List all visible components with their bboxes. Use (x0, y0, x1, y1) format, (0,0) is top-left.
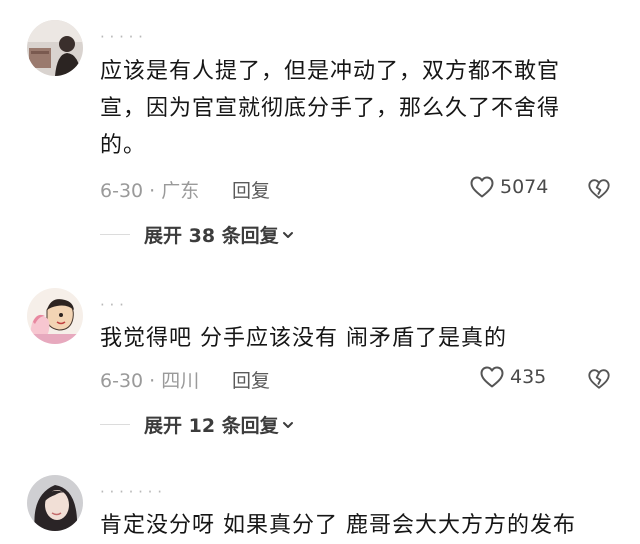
expand-replies-button[interactable]: 展开 12 条回复 (100, 411, 295, 438)
like-count: 435 (510, 366, 547, 388)
comment-date-location: 6-30 · 广东 (100, 180, 200, 202)
username[interactable]: · · · · · (100, 30, 143, 40)
divider (100, 234, 130, 235)
comment-text: 肯定没分呀 如果真分了 鹿哥会大大方方的发布 (100, 507, 620, 544)
avatar[interactable] (27, 475, 83, 531)
comment-date-location: 6-30 · 四川 (100, 370, 200, 392)
username[interactable]: · · · (100, 298, 124, 308)
expand-replies-label: 展开 12 条回复 (144, 415, 279, 437)
avatar[interactable] (27, 288, 83, 344)
like-button[interactable]: 435 (479, 365, 546, 389)
broken-heart-icon[interactable] (587, 367, 611, 391)
avatar[interactable] (27, 20, 83, 76)
comment-text: 我觉得吧 分手应该没有 闹矛盾了是真的 (100, 320, 620, 357)
comment-text-line: 宣，因为官宣就彻底分手了，那么久了不舍得 (100, 96, 561, 121)
expand-replies-button[interactable]: 展开 38 条回复 (100, 221, 295, 248)
broken-heart-icon[interactable] (587, 177, 611, 201)
like-count: 5074 (500, 176, 549, 198)
username[interactable]: · · · · · · · (100, 485, 162, 495)
comment-text: 应该是有人提了，但是冲动了，双方都不敢官 宣，因为官宣就彻底分手了，那么久了不舍… (100, 53, 620, 164)
heart-outline-icon (480, 366, 504, 388)
reply-button[interactable]: 回复 (232, 176, 270, 203)
comment-text-line: 应该是有人提了，但是冲动了，双方都不敢官 (100, 59, 561, 84)
like-button[interactable]: 5074 (469, 175, 548, 199)
chevron-down-icon (282, 421, 293, 428)
comment-text-line: 我觉得吧 分手应该没有 闹矛盾了是真的 (100, 326, 507, 351)
comment-text-line: 肯定没分呀 如果真分了 鹿哥会大大方方的发布 (100, 513, 576, 538)
comment-text-line: 的。 (100, 133, 147, 158)
divider (100, 424, 130, 425)
chevron-down-icon (282, 231, 293, 238)
heart-outline-icon (470, 176, 494, 198)
reply-button[interactable]: 回复 (232, 366, 270, 393)
expand-replies-label: 展开 38 条回复 (144, 225, 279, 247)
